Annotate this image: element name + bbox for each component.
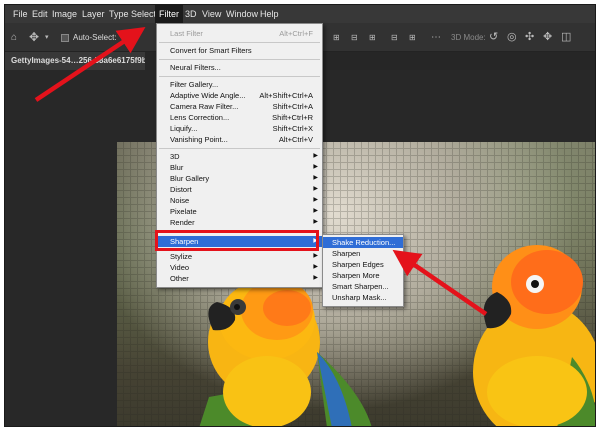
menu-layer[interactable]: Layer <box>78 5 109 23</box>
submenu-item-sharpen[interactable]: Sharpen <box>323 248 403 259</box>
submenu-item-smart-sharpen[interactable]: Smart Sharpen... <box>323 281 403 292</box>
submenu-arrow-icon: ▶ <box>313 186 318 192</box>
menu-item-neural-filters[interactable]: Neural Filters... <box>157 62 322 73</box>
menu-image[interactable]: Image <box>48 5 81 23</box>
align-icon[interactable]: ⊞ <box>409 23 416 52</box>
menu-item-camera-raw-filter[interactable]: Camera Raw Filter... Shift+Ctrl+A <box>157 101 322 112</box>
menu-item-adaptive-wide-angle[interactable]: Adaptive Wide Angle... Alt+Shift+Ctrl+A <box>157 90 322 101</box>
menu-item-lens-correction[interactable]: Lens Correction... Shift+Ctrl+R <box>157 112 322 123</box>
submenu-arrow-icon: ▶ <box>313 164 318 170</box>
menu-item-sharpen[interactable]: Sharpen ▶ <box>157 236 322 247</box>
chevron-down-icon[interactable]: ▾ <box>45 23 49 52</box>
auto-select-checkbox[interactable] <box>61 34 69 42</box>
submenu-arrow-icon: ▶ <box>313 153 318 159</box>
menu-separator <box>159 148 320 149</box>
menu-item-pixelate[interactable]: Pixelate ▶ <box>157 206 322 217</box>
menu-item-video[interactable]: Video ▶ <box>157 262 322 273</box>
submenu-item-unsharp-mask[interactable]: Unsharp Mask... <box>323 292 403 303</box>
orbit-icon[interactable]: ↺ <box>489 23 498 52</box>
submenu-arrow-icon: ▶ <box>313 208 318 214</box>
align-icon[interactable]: ⊟ <box>351 23 358 52</box>
ellipsis-icon[interactable]: ⋯ <box>431 23 441 52</box>
menu-item-last-filter: Last Filter Alt+Ctrl+F <box>170 29 313 38</box>
pan-icon[interactable]: ✣ <box>525 23 534 52</box>
menu-item-liquify[interactable]: Liquify... Shift+Ctrl+X <box>157 123 322 134</box>
menu-item-filter-gallery[interactable]: Filter Gallery... <box>157 79 322 90</box>
submenu-item-shake-reduction[interactable]: Shake Reduction... <box>323 237 403 248</box>
menu-item-noise[interactable]: Noise ▶ <box>157 195 322 206</box>
auto-select-label: Auto-Select: <box>73 33 117 42</box>
photoshop-window: File Edit Image Layer Type Select Filter… <box>4 4 596 427</box>
menu-bar: File Edit Image Layer Type Select Filter… <box>5 5 595 23</box>
submenu-arrow-icon: ▶ <box>313 197 318 203</box>
align-icon[interactable]: ⊞ <box>369 23 376 52</box>
submenu-arrow-icon: ▶ <box>313 175 318 181</box>
submenu-arrow-icon: ▶ <box>313 264 318 270</box>
submenu-item-sharpen-more[interactable]: Sharpen More <box>323 270 403 281</box>
3d-mode-label: 3D Mode: <box>451 33 486 42</box>
submenu-arrow-icon: ▶ <box>313 275 318 281</box>
menu-item-blur-gallery[interactable]: Blur Gallery ▶ <box>157 173 322 184</box>
menu-separator <box>159 59 320 60</box>
roll-icon[interactable]: ◎ <box>507 23 517 52</box>
submenu-item-sharpen-edges[interactable]: Sharpen Edges <box>323 259 403 270</box>
menu-filter[interactable]: Filter <box>155 5 183 23</box>
menu-item-blur[interactable]: Blur ▶ <box>157 162 322 173</box>
menu-item-stylize[interactable]: Stylize ▶ <box>157 251 322 262</box>
submenu-arrow-icon: ▶ <box>313 253 318 259</box>
menu-item-render[interactable]: Render ▶ <box>157 217 322 228</box>
align-icon[interactable]: ⊟ <box>391 23 398 52</box>
menu-item-other[interactable]: Other ▶ <box>157 273 322 284</box>
menu-item-3d[interactable]: 3D ▶ <box>157 151 322 162</box>
menu-separator <box>159 42 320 43</box>
filter-menu: Last Filter Alt+Ctrl+F Convert for Smart … <box>156 23 323 288</box>
move-icon[interactable]: ✥ <box>29 23 39 52</box>
home-icon[interactable]: ⌂ <box>11 23 17 52</box>
submenu-arrow-icon: ▶ <box>313 219 318 225</box>
menu-item-convert-smart-filters[interactable]: Convert for Smart Filters <box>157 45 322 56</box>
menu-item-vanishing-point[interactable]: Vanishing Point... Alt+Ctrl+V <box>157 134 322 145</box>
menu-separator <box>159 76 320 77</box>
slide-icon[interactable]: ✥ <box>543 23 552 52</box>
sharpen-submenu: Shake Reduction... Sharpen Sharpen Edges… <box>322 234 404 307</box>
menu-item-distort[interactable]: Distort ▶ <box>157 184 322 195</box>
align-icon[interactable]: ⊞ <box>333 23 340 52</box>
menu-help[interactable]: Help <box>256 5 283 23</box>
document-tab[interactable]: GettyImages-54…256-58a6e6175f9b <box>5 52 145 70</box>
submenu-arrow-icon: ▶ <box>313 238 318 244</box>
scale-icon[interactable]: ◫ <box>561 23 571 52</box>
